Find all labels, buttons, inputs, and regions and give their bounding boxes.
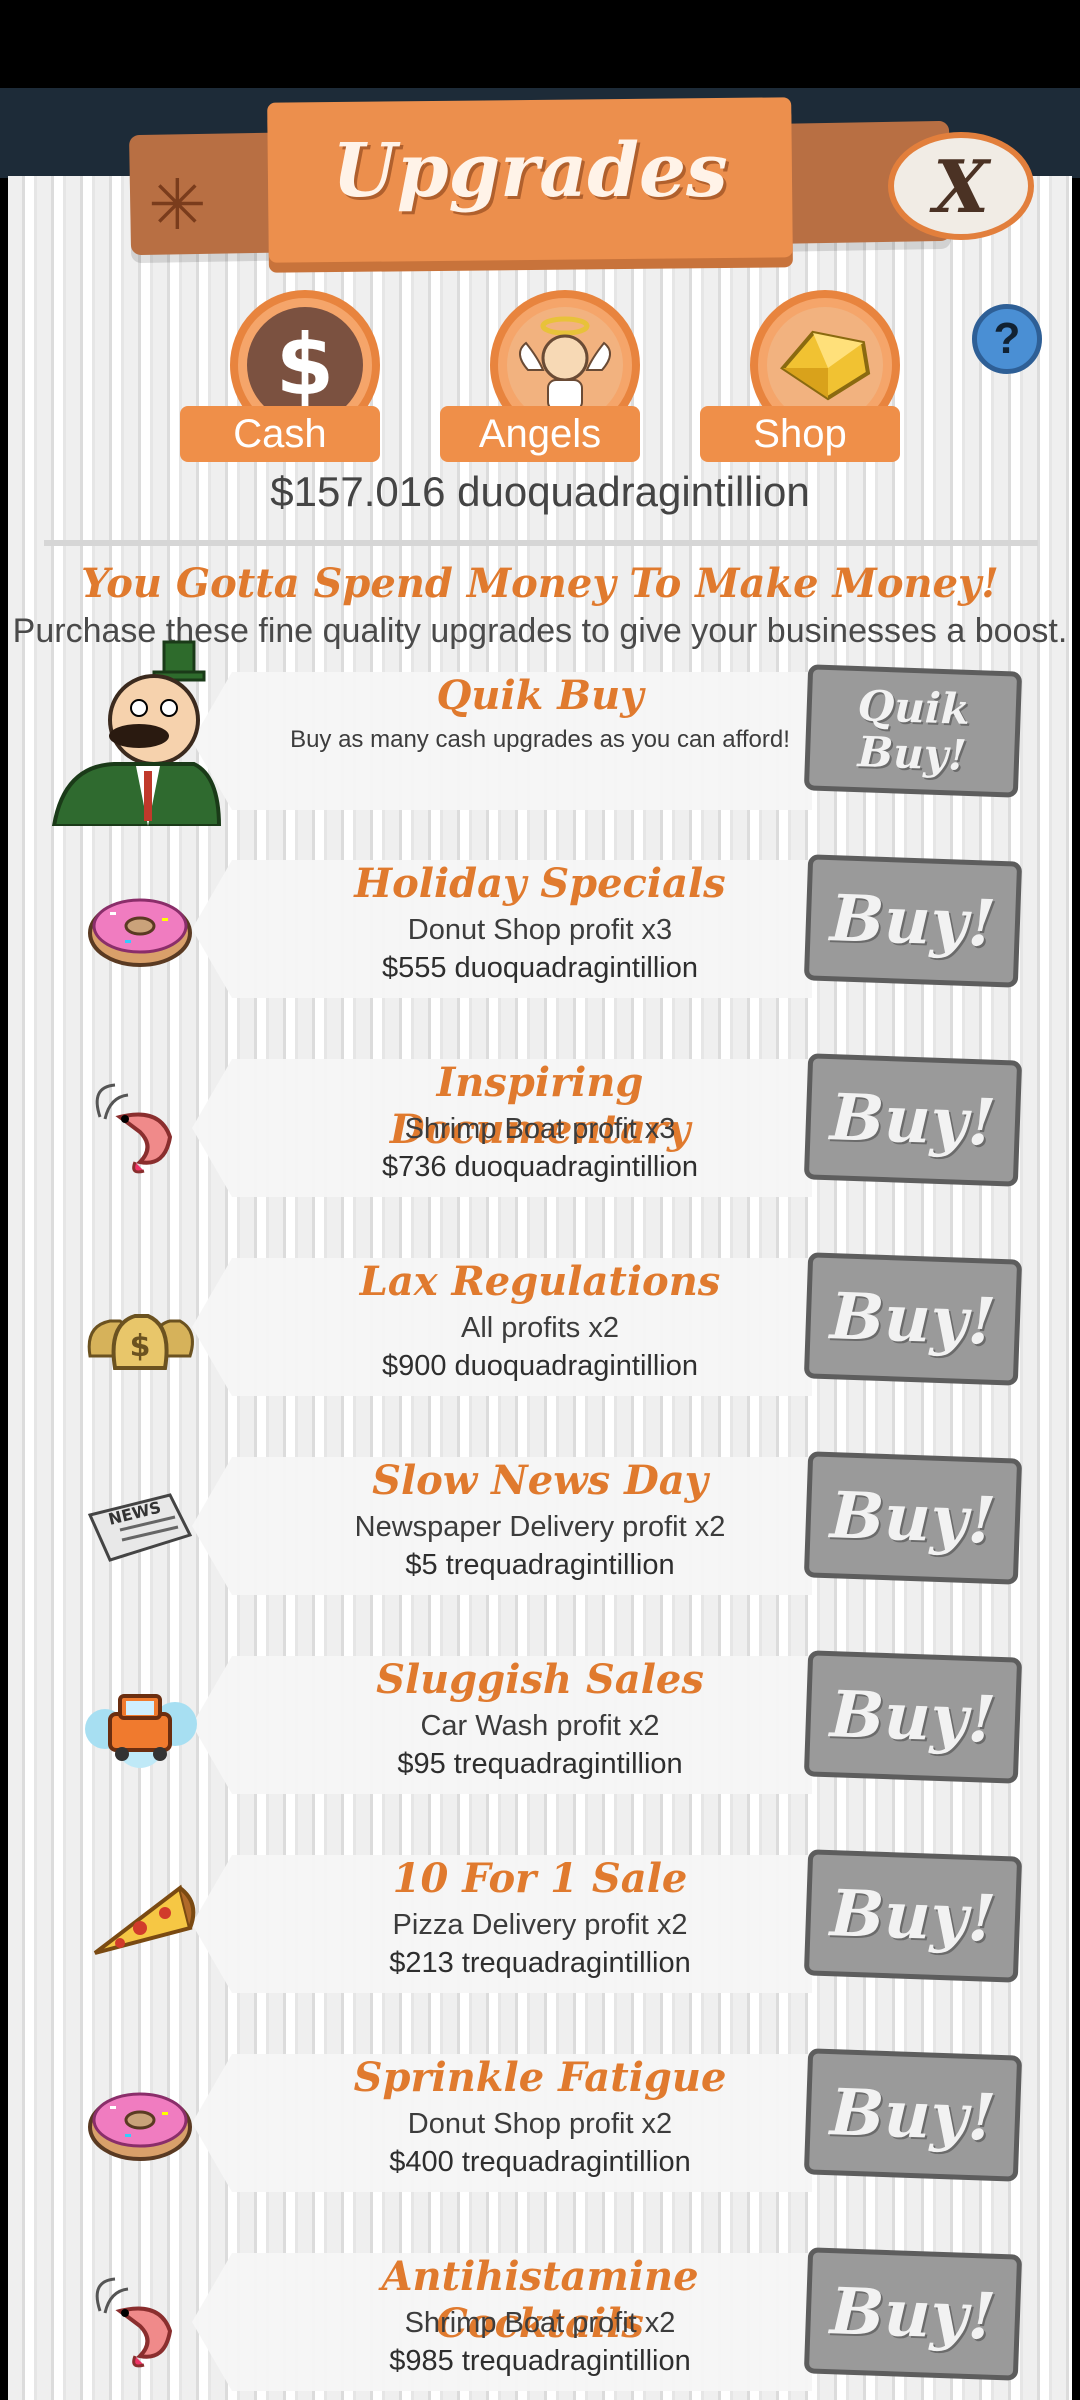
buy-button[interactable]: Buy! [803, 2048, 1023, 2182]
svg-text:$: $ [130, 1329, 151, 1364]
upgrade-name: Holiday Specials [354, 860, 726, 907]
upgrade-name: Sprinkle Fatigue [353, 2054, 727, 2101]
upgrade-description: All profits x2 [461, 1312, 619, 1344]
buy-button[interactable]: Buy! [803, 1650, 1023, 1784]
upgrade-name: Slow News Day [372, 1457, 708, 1504]
upgrade-description: Shrimp Boat profit x3 [404, 1113, 676, 1145]
car-wash-icon [80, 1674, 200, 1774]
buy-button[interactable]: Buy! [803, 1252, 1023, 1386]
upgrade-description: Donut Shop profit x2 [407, 2108, 673, 2140]
buy-button[interactable]: Buy! [803, 1849, 1023, 1983]
upgrade-description: Pizza Delivery profit x2 [392, 1909, 688, 1941]
capitalist-mascot-icon [44, 636, 224, 828]
close-icon: X [933, 143, 989, 229]
divider [44, 540, 1038, 546]
cash-balance: $157.016 duoquadragintillion [270, 468, 810, 515]
money-bags-icon: $ [80, 1276, 200, 1376]
shrimp-icon [80, 1077, 200, 1177]
buy-button-label: Buy! [828, 1079, 998, 1161]
tab-angels[interactable]: Angels [440, 290, 640, 462]
upgrade-name: 10 For 1 Sale [392, 1855, 688, 1902]
question-icon: ? [993, 314, 1021, 363]
quik-buy-button[interactable]: Quik Buy! [803, 664, 1023, 798]
quik-buy-description: Buy as many cash upgrades as you can aff… [290, 726, 790, 753]
page-title: Upgrades [332, 128, 728, 214]
upgrade-cost: $555 duoquadragintillion [381, 952, 699, 984]
upgrade-description: Car Wash profit x2 [420, 1710, 660, 1742]
intro-headline: You Gotta Spend Money To Make Money! [81, 560, 999, 607]
close-button[interactable]: X [888, 132, 1034, 240]
buy-button[interactable]: Buy! [803, 1053, 1023, 1187]
upgrade-description: Newspaper Delivery profit x2 [354, 1511, 726, 1543]
buy-button-label: Buy! [828, 1676, 998, 1758]
upgrade-name: Sluggish Sales [376, 1656, 704, 1703]
upgrade-cost: $400 trequadragintillion [389, 2146, 691, 2178]
starburst-decoration: ✳ [148, 166, 207, 244]
buy-button-label: Buy! [828, 1278, 998, 1360]
buy-button-label: Buy! [828, 1875, 998, 1957]
svg-text:$: $ [276, 316, 334, 414]
buy-button-label: Buy! [828, 880, 998, 962]
upgrade-description: Shrimp Boat profit x2 [404, 2307, 676, 2339]
tab-shop-label: Shop [700, 406, 900, 462]
buy-button[interactable]: Buy! [803, 1451, 1023, 1585]
buy-button[interactable]: Buy! [803, 2247, 1023, 2381]
buy-button-label: Buy! [828, 2074, 998, 2156]
donut-icon [80, 2072, 200, 2172]
buy-button[interactable]: Buy! [803, 854, 1023, 988]
upgrade-cost: $213 trequadragintillion [389, 1947, 691, 1979]
upgrade-cost: $95 trequadragintillion [397, 1748, 683, 1780]
tab-angels-label: Angels [440, 406, 640, 462]
upgrade-cost: $736 duoquadragintillion [381, 1151, 699, 1183]
buy-button-label: Buy! [828, 2273, 998, 2355]
newspaper-icon: NEWS [80, 1475, 200, 1575]
tab-shop[interactable]: Shop [700, 290, 900, 462]
upgrade-cost: $900 duoquadragintillion [381, 1350, 699, 1382]
help-button[interactable]: ? [972, 304, 1042, 374]
quik-buy-title: Quik Buy [436, 672, 644, 719]
tab-cash[interactable]: $ Cash [180, 290, 380, 462]
tab-cash-label: Cash [180, 406, 380, 462]
upgrade-name: Lax Regulations [359, 1258, 721, 1305]
shrimp-icon [80, 2271, 200, 2371]
upgrade-cost: $985 trequadragintillion [389, 2345, 691, 2377]
quik-buy-button-label: Quik Buy! [856, 681, 971, 780]
buy-button-label: Buy! [828, 1477, 998, 1559]
donut-icon [80, 878, 200, 978]
upgrade-description: Donut Shop profit x3 [407, 914, 673, 946]
status-bar [0, 0, 1080, 88]
pizza-icon [80, 1873, 200, 1973]
upgrade-cost: $5 trequadragintillion [405, 1549, 675, 1581]
